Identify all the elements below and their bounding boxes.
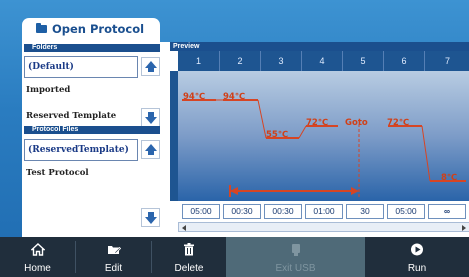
folder-down-button[interactable] [141, 108, 160, 127]
folder-selected[interactable]: (Default) [24, 56, 138, 78]
exit-usb-button[interactable]: Exit USB [226, 237, 365, 277]
delete-label: Delete [174, 263, 204, 274]
step-1-duration[interactable]: 05:00 [182, 204, 220, 219]
temperature-profile [178, 71, 469, 201]
protocol-selected[interactable]: (ReservedTemplate) [24, 139, 138, 161]
home-label: Home [24, 263, 51, 274]
delete-button[interactable]: Delete [152, 237, 226, 277]
step-col-2: 2 [219, 51, 260, 71]
preview-header: Preview [170, 42, 469, 51]
protocol-item-test[interactable]: Test Protocol [26, 168, 89, 178]
step-col-7: 7 [424, 51, 469, 71]
step-4-duration[interactable]: 01:00 [305, 204, 343, 219]
edit-button[interactable]: Edit [76, 237, 151, 277]
protocol-panel: Folders (Default) Imported Reserved Temp… [22, 42, 469, 237]
preview-pane: Preview 1 2 3 4 5 6 7 94℃ 94℃ 55℃ 72℃ Go… [170, 42, 469, 237]
step-col-3: 3 [260, 51, 301, 71]
usb-icon [291, 244, 300, 256]
step-3-duration[interactable]: 00:30 [264, 204, 302, 219]
step-4-temp: 72℃ [306, 118, 329, 128]
protocol-files-header: Protocol Files [24, 126, 160, 134]
folder-item-reserved-template[interactable]: Reserved Template [26, 111, 116, 121]
protocol-down-button[interactable] [141, 208, 160, 227]
edit-label: Edit [104, 263, 123, 274]
folder-up-button[interactable] [141, 57, 160, 76]
protocol-up-button[interactable] [141, 140, 160, 159]
step-col-1: 1 [195, 56, 201, 66]
folders-header: Folders [24, 44, 160, 52]
play-icon [411, 243, 423, 256]
scroll-right-icon[interactable] [462, 225, 466, 231]
step-5-goto: Goto [345, 118, 368, 128]
step-2-temp: 94℃ [223, 92, 246, 102]
scroll-left-icon[interactable] [182, 225, 186, 231]
step-7-duration[interactable]: ∞ [428, 204, 466, 219]
tab-title: Open Protocol [52, 22, 145, 36]
y-axis [170, 71, 178, 201]
exit-usb-label: Exit USB [275, 263, 316, 274]
tab-open-protocol[interactable]: Open Protocol [22, 18, 160, 42]
bottom-toolbar: Home Edit Delete Exit USB Run [0, 237, 469, 277]
run-button[interactable]: Run [365, 237, 469, 277]
profile-lines [182, 99, 466, 199]
step-5-cycles[interactable]: 30 [346, 204, 384, 219]
step-7-temp: 8℃ [441, 173, 458, 183]
home-icon [30, 243, 45, 256]
folder-item-imported[interactable]: Imported [26, 85, 70, 95]
edit-folder-icon [107, 246, 121, 255]
step-3-temp: 55℃ [266, 130, 289, 140]
step-col-6: 6 [383, 51, 424, 71]
home-button[interactable]: Home [0, 237, 75, 277]
run-label: Run [407, 263, 427, 274]
step-1-temp: 94℃ [183, 92, 206, 102]
step-6-temp: 72℃ [387, 118, 410, 128]
step-2-duration[interactable]: 00:30 [223, 204, 261, 219]
preview-scrollbar[interactable] [178, 222, 469, 232]
browser-pane: Folders (Default) Imported Reserved Temp… [22, 42, 162, 237]
app-screen: Open Protocol Folders (Default) Imported… [0, 0, 469, 277]
step-col-4: 4 [301, 51, 342, 71]
folder-icon [36, 23, 47, 33]
step-col-5: 5 [342, 51, 383, 71]
trash-icon [184, 243, 194, 256]
step-6-duration[interactable]: 05:00 [387, 204, 425, 219]
step-columns: 1 2 3 4 5 6 7 [178, 51, 469, 71]
